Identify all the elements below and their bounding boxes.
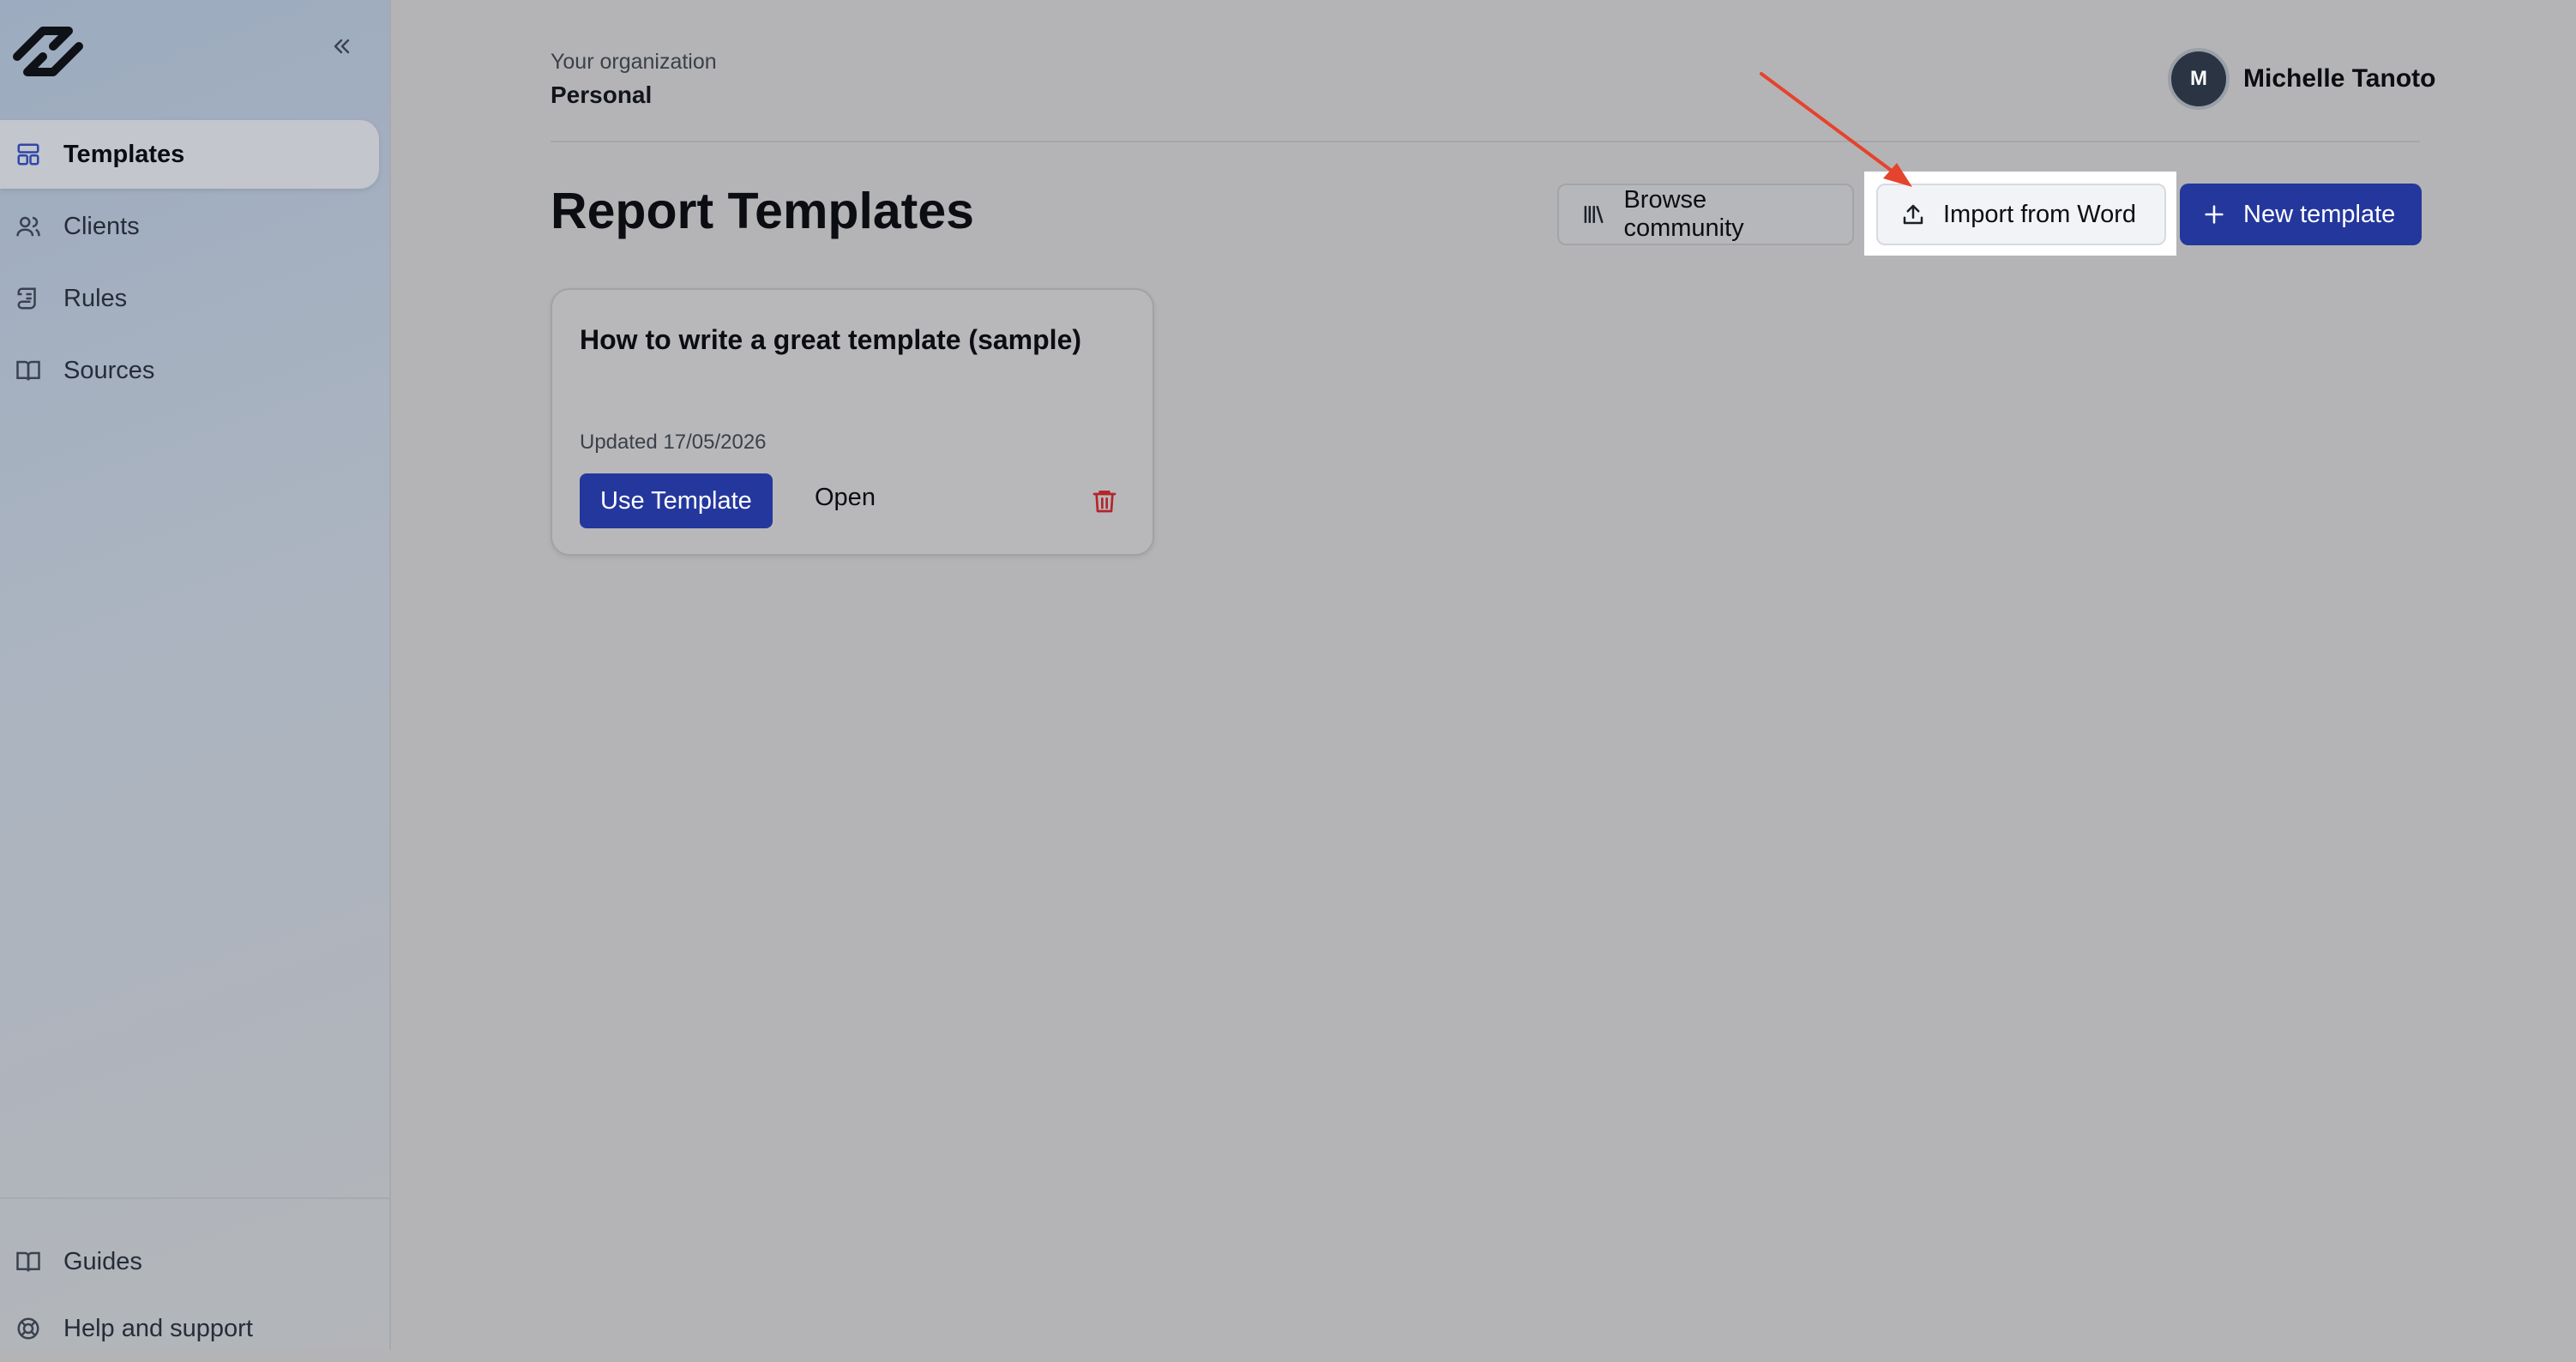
organization-name[interactable]: Personal: [551, 81, 717, 109]
user-menu[interactable]: M Michelle Tanoto: [2168, 48, 2435, 110]
plus-icon: [2205, 205, 2224, 224]
main-content: Your organization Personal M Michelle Ta…: [391, 0, 2576, 1350]
upload-icon: [1903, 204, 1923, 225]
sidebar-item-label: Help and support: [63, 1314, 253, 1342]
book-open-icon: [15, 1248, 43, 1275]
import-from-word-button[interactable]: Import from Word: [1876, 184, 2166, 245]
use-template-button[interactable]: Use Template: [580, 473, 773, 528]
library-icon: [1584, 205, 1604, 224]
user-name: Michelle Tanoto: [2243, 64, 2436, 93]
sidebar: Templates Clients Rules Sources Guides H…: [0, 0, 391, 1350]
browse-community-label: Browse community: [1623, 186, 1744, 242]
collapse-sidebar-icon[interactable]: [329, 34, 353, 58]
avatar: M: [2168, 48, 2230, 110]
lifebuoy-icon: [15, 1315, 43, 1342]
layout-icon: [15, 141, 43, 168]
new-template-button[interactable]: New template: [2180, 184, 2422, 245]
open-template-button[interactable]: Open: [815, 484, 876, 512]
template-card[interactable]: How to write a great template (sample) U…: [551, 288, 1154, 556]
sidebar-item-rules[interactable]: Rules: [0, 264, 379, 333]
import-from-word-label: Import from Word: [1943, 200, 2137, 228]
template-card-title: How to write a great template (sample): [580, 324, 1082, 355]
sidebar-footer: Guides Help and support: [0, 1197, 389, 1362]
organization-info: Your organization Personal: [551, 50, 717, 109]
sidebar-item-label: Clients: [63, 212, 140, 240]
book-open-icon: [15, 357, 43, 384]
page-title: Report Templates: [551, 183, 974, 239]
sidebar-item-clients[interactable]: Clients: [0, 192, 379, 261]
organization-label: Your organization: [551, 50, 717, 74]
sidebar-item-label: Rules: [63, 284, 128, 312]
sidebar-item-guides[interactable]: Guides: [0, 1228, 389, 1295]
sidebar-item-templates[interactable]: Templates: [0, 120, 379, 189]
scroll-icon: [15, 285, 43, 312]
header-divider: [551, 141, 2420, 142]
sidebar-item-sources[interactable]: Sources: [0, 336, 379, 405]
app-logo[interactable]: [9, 24, 87, 79]
sidebar-item-label: Sources: [63, 356, 155, 384]
sidebar-nav: Templates Clients Rules Sources: [0, 120, 379, 408]
sidebar-item-label: Templates: [63, 140, 185, 168]
new-template-label: New template: [2243, 200, 2396, 228]
sidebar-item-help[interactable]: Help and support: [0, 1295, 389, 1362]
browse-community-button[interactable]: Browse community: [1557, 184, 1854, 245]
trash-icon[interactable]: [1091, 487, 1118, 515]
users-icon: [15, 213, 43, 240]
sidebar-item-label: Guides: [63, 1247, 142, 1275]
template-card-updated: Updated 17/05/2026: [580, 431, 767, 454]
